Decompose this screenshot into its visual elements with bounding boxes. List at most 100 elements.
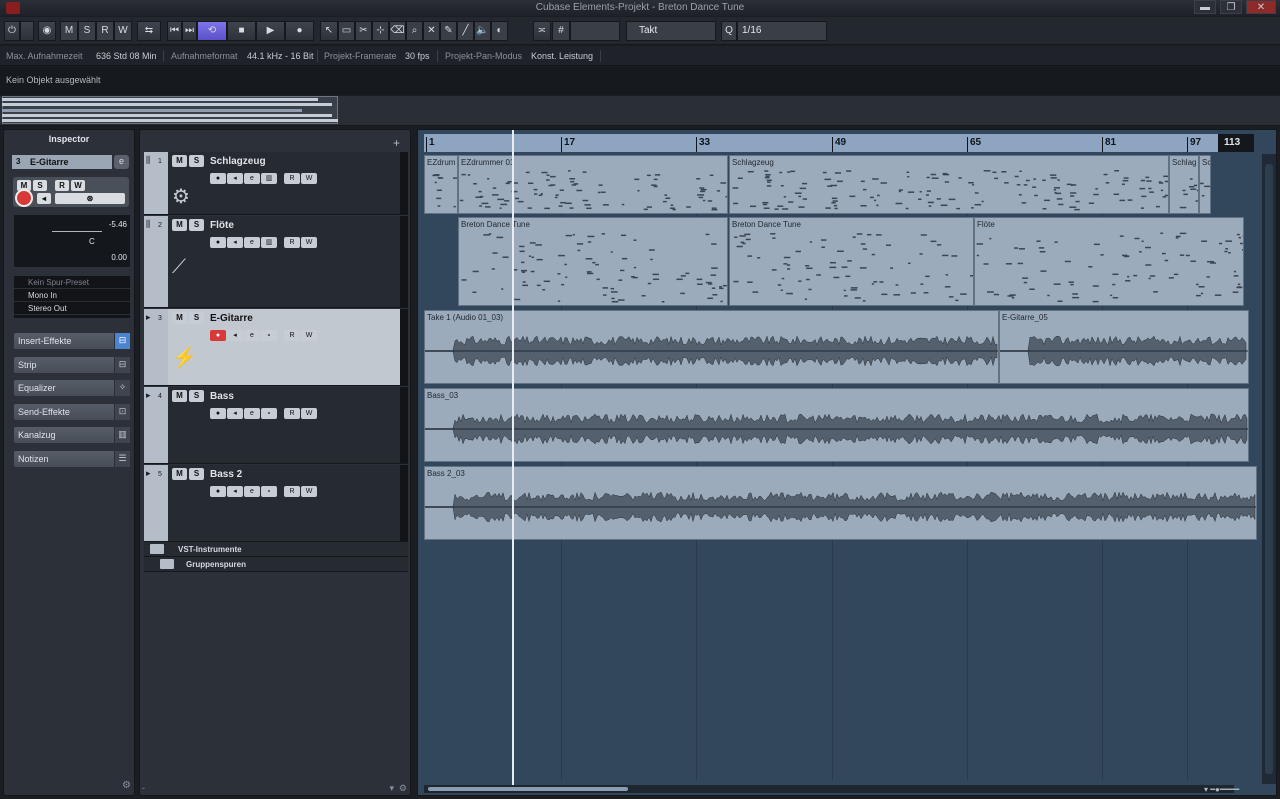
write-button[interactable]: W	[301, 330, 317, 341]
output-routing-field[interactable]: Stereo Out	[14, 302, 130, 315]
project-overview[interactable]	[0, 96, 1280, 126]
range-tool-icon[interactable]: ▭	[338, 21, 355, 41]
global-write-button[interactable]: W	[114, 21, 132, 41]
folder-track[interactable]: Gruppenspuren	[144, 557, 408, 572]
lock-button[interactable]: ∘	[261, 330, 277, 341]
minimize-button[interactable]: ▬	[1194, 0, 1216, 14]
monitor-button[interactable]: ◂	[227, 237, 243, 248]
volume-value[interactable]: -5.46	[109, 220, 127, 229]
inspector-monitor-icon[interactable]: ◂	[37, 193, 51, 204]
edit-instrument-button[interactable]: e	[244, 173, 260, 184]
activate-project-button[interactable]: ⏻	[4, 21, 20, 41]
mute-button[interactable]: M	[172, 219, 187, 231]
track-row[interactable]: ▸ 3 MS E-Gitarre ● ◂ e ∘ R W ⚡	[144, 309, 408, 386]
inspector-write-button[interactable]: W	[71, 180, 85, 191]
inspector-read-button[interactable]: R	[55, 180, 69, 191]
mute-button[interactable]: M	[172, 312, 187, 324]
tracklist-settings-gear-icon[interactable]: ⚙	[399, 783, 407, 794]
read-button[interactable]: R	[284, 173, 300, 184]
zoom-tool-icon[interactable]: ⌕	[406, 21, 423, 41]
midi-part[interactable]: Schlag	[1169, 155, 1199, 214]
record-button[interactable]: ●	[285, 21, 314, 41]
vertical-scrollbar[interactable]	[1262, 154, 1276, 784]
section-strip[interactable]: Strip ⊟	[14, 357, 130, 373]
quantize-preset-dropdown[interactable]: 1/16	[737, 21, 827, 41]
stop-button[interactable]: ■	[227, 21, 256, 41]
go-to-end-button[interactable]: ⏭	[182, 21, 197, 41]
draw-tool-icon[interactable]: ✎	[440, 21, 457, 41]
midi-part[interactable]: Schlagzeug	[729, 155, 1169, 214]
constrain-delay-button[interactable]	[20, 21, 34, 41]
tracklist-scroll-handle[interactable]: -	[142, 783, 145, 793]
project-cursor[interactable]	[512, 130, 514, 786]
track-preset-field[interactable]: Kein Spur-Preset	[14, 276, 130, 289]
track-row[interactable]: ⫼ 1 MS Schlagzeug ● ◂ e ▥ R W ⚙	[144, 152, 408, 215]
tracklist-menu-arrow-icon[interactable]: ▾	[389, 783, 394, 794]
solo-button[interactable]: S	[189, 468, 204, 480]
framerate-value[interactable]: 30 fps	[405, 51, 430, 61]
lock-button[interactable]: ∘	[261, 408, 277, 419]
audio-event[interactable]: Take 1 (Audio 01_03)	[424, 310, 999, 384]
solo-button[interactable]: S	[189, 312, 204, 324]
snap-on-off-icon[interactable]: #	[552, 21, 570, 41]
inspector-solo-button[interactable]: S	[33, 180, 47, 191]
track-name[interactable]: Bass 2	[210, 469, 242, 480]
line-tool-icon[interactable]: ╱	[457, 21, 474, 41]
snap-type-dropdown[interactable]	[570, 21, 620, 41]
solo-button[interactable]: S	[189, 155, 204, 167]
keyboard-icon[interactable]: ▥	[261, 237, 277, 248]
audio-event[interactable]: E-Gitarre_05	[999, 310, 1249, 384]
midi-part[interactable]: EZdrum	[424, 155, 458, 214]
track-row[interactable]: ▸ 4 MS Bass ● ◂ e ∘ R W	[144, 387, 408, 464]
notes-icon[interactable]: ☰	[114, 451, 130, 467]
mute-tool-icon[interactable]: ✕	[423, 21, 440, 41]
read-button[interactable]: R	[284, 330, 300, 341]
record-enable-button[interactable]: ●	[210, 330, 226, 341]
channel-icon[interactable]: ▥	[114, 427, 130, 443]
play-button[interactable]: ▶	[256, 21, 285, 41]
midi-part[interactable]: Breton Dance Tune	[458, 217, 728, 306]
inspector-record-enable-button[interactable]	[15, 189, 33, 207]
insert-bypass-icon[interactable]: ⊟	[114, 333, 130, 349]
inspector-volume-section[interactable]: -5.46 C 0.00	[14, 215, 130, 267]
track-name[interactable]: E-Gitarre	[210, 313, 253, 324]
solo-button[interactable]: S	[189, 219, 204, 231]
section-channel-strip[interactable]: Kanalzug ▥	[14, 427, 130, 443]
record-enable-button[interactable]: ●	[210, 486, 226, 497]
write-button[interactable]: W	[301, 486, 317, 497]
record-enable-button[interactable]: ●	[210, 408, 226, 419]
section-insert-effects[interactable]: Insert-Effekte ⊟	[14, 333, 130, 349]
inspector-track-name[interactable]: 3 E-Gitarre	[12, 155, 112, 169]
restore-button[interactable]: ❐	[1220, 0, 1242, 14]
monitor-button[interactable]: ◂	[227, 486, 243, 497]
pan-value[interactable]: C	[89, 237, 95, 246]
grid-type-dropdown[interactable]: Takt	[626, 21, 716, 41]
read-button[interactable]: R	[284, 408, 300, 419]
read-button[interactable]: R	[284, 237, 300, 248]
rec-format-value[interactable]: 44.1 kHz - 16 Bit	[247, 51, 314, 61]
monitor-button[interactable]: ◂	[227, 173, 243, 184]
horizontal-zoom-slider[interactable]: ▾ ━●━━━━	[1204, 785, 1264, 794]
cycle-button[interactable]: ⟲	[197, 21, 227, 41]
volume-fader[interactable]	[52, 231, 102, 232]
go-to-start-button[interactable]: ⏮	[167, 21, 182, 41]
write-button[interactable]: W	[301, 173, 317, 184]
read-button[interactable]: R	[284, 486, 300, 497]
auto-scroll-button[interactable]: ≍	[533, 21, 551, 41]
horizontal-scrollbar[interactable]	[424, 785, 1234, 793]
midi-part[interactable]: Breton Dance Tune	[729, 217, 974, 306]
close-button[interactable]: ✕	[1246, 0, 1276, 14]
track-name[interactable]: Flöte	[210, 220, 234, 231]
eq-bypass-icon[interactable]: ✧	[114, 380, 130, 396]
midi-part[interactable]: EZdrummer 01	[458, 155, 728, 214]
color-tool-icon[interactable]: ◐	[491, 21, 508, 41]
midi-part[interactable]: Flöte	[974, 217, 1244, 306]
global-mute-button[interactable]: M	[60, 21, 78, 41]
inspector-settings-gear-icon[interactable]: ⚙	[122, 780, 131, 791]
delay-value[interactable]: 0.00	[111, 253, 127, 262]
edit-channel-button[interactable]: e	[244, 330, 260, 341]
solo-button[interactable]: S	[189, 390, 204, 402]
touch-mode-button[interactable]: ◉	[38, 21, 56, 41]
monitor-button[interactable]: ◂	[227, 408, 243, 419]
mute-button[interactable]: M	[172, 155, 187, 167]
